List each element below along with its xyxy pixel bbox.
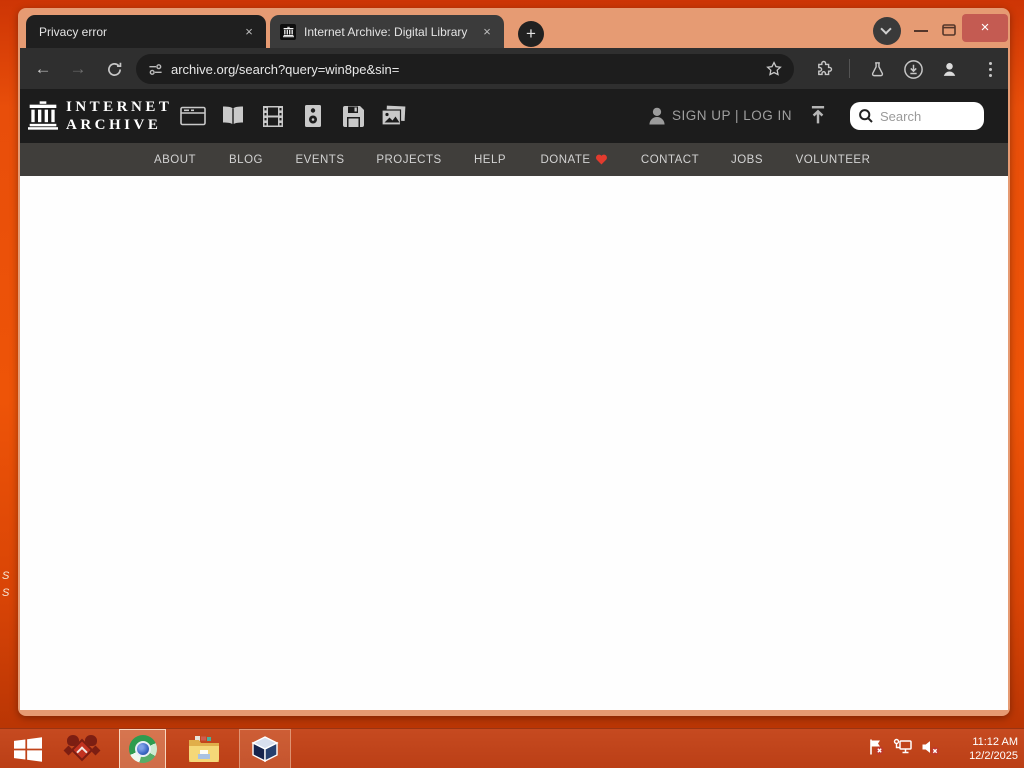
- url-text: archive.org/search?query=win8pe&sin=: [171, 61, 400, 77]
- texts-icon[interactable]: [220, 104, 246, 128]
- nav-volunteer[interactable]: VOLUNTEER: [796, 154, 871, 166]
- media-type-icons: [180, 104, 406, 128]
- tab-title: Privacy error: [39, 24, 108, 39]
- action-center-alert-icon[interactable]: [867, 738, 885, 761]
- nav-jobs[interactable]: JOBS: [731, 154, 763, 166]
- back-button[interactable]: ←: [30, 56, 56, 82]
- tab-title: Internet Archive: Digital Library: [304, 24, 468, 39]
- user-icon: [646, 104, 668, 133]
- tab-close-icon[interactable]: ×: [240, 23, 258, 41]
- profile-icon: [943, 62, 955, 76]
- search-icon: [858, 108, 874, 124]
- flask-icon: [871, 61, 883, 76]
- browser-icon: [128, 735, 157, 763]
- new-tab-button[interactable]: +: [518, 21, 544, 47]
- virtualbox-icon: [251, 736, 279, 763]
- taskbar-clock[interactable]: 11:12 AM 12/2/2025: [946, 735, 1018, 763]
- archive-favicon-icon: [280, 23, 296, 40]
- browser-window: Privacy error × Internet Archive: Digita…: [18, 8, 1010, 716]
- browser-toolbar: ← → archive.org/search?query=win8pe&sin=: [20, 48, 1008, 89]
- folder-icon: [189, 735, 219, 762]
- network-status-icon[interactable]: [893, 738, 913, 761]
- desktop-icon-label-fragment: S: [2, 587, 10, 599]
- audio-icon[interactable]: [300, 104, 326, 128]
- reload-icon: [107, 62, 121, 76]
- minimize-button[interactable]: [914, 30, 928, 32]
- nav-about[interactable]: ABOUT: [154, 154, 196, 166]
- web-icon[interactable]: [180, 104, 206, 128]
- red-app-taskbar-button[interactable]: [62, 729, 102, 768]
- puzzle-icon: [818, 60, 833, 76]
- nav-donate[interactable]: DONATE: [540, 154, 608, 166]
- desktop: S S Privacy error × Internet Archive: Di…: [0, 0, 1024, 768]
- profile-button[interactable]: [938, 58, 960, 80]
- browser-menu-button[interactable]: [980, 58, 1000, 80]
- start-button[interactable]: [8, 729, 48, 768]
- clock-time: 11:12 AM: [972, 736, 1018, 748]
- site-settings-icon[interactable]: [148, 62, 163, 77]
- signup-login-link[interactable]: SIGN UP | LOG IN: [672, 108, 792, 123]
- virtualbox-taskbar-button[interactable]: [239, 729, 291, 768]
- tab-strip: Privacy error × Internet Archive: Digita…: [18, 8, 1010, 48]
- file-explorer-taskbar-button[interactable]: [182, 729, 226, 768]
- archive-building-icon: [28, 101, 58, 130]
- taskbar: 11:12 AM 12/2/2025: [0, 728, 1024, 768]
- desktop-icon-label-fragment: S: [2, 570, 10, 582]
- toolbar-divider: [849, 59, 850, 78]
- browser-chrome: ← → archive.org/search?query=win8pe&sin=: [20, 48, 1008, 710]
- archive-wordmark[interactable]: INTERNET ARCHIVE: [66, 98, 172, 134]
- software-icon[interactable]: [340, 104, 366, 128]
- archive-nav: ABOUT BLOG EVENTS PROJECTS HELP DONATE C…: [20, 143, 1008, 176]
- upload-icon: [811, 106, 825, 124]
- nav-projects[interactable]: PROJECTS: [376, 154, 441, 166]
- archive-header: INTERNET ARCHIVE SIGN UP | LOG IN Search: [20, 89, 1008, 143]
- reload-button[interactable]: [103, 58, 125, 80]
- red-app-icon: [63, 734, 101, 764]
- clock-date: 12/2/2025: [969, 750, 1018, 762]
- nav-contact[interactable]: CONTACT: [641, 154, 699, 166]
- extensions-button[interactable]: [813, 58, 835, 80]
- tab-close-icon[interactable]: ×: [478, 23, 496, 41]
- search-input[interactable]: [880, 108, 970, 124]
- restore-button[interactable]: [942, 23, 956, 36]
- forward-button[interactable]: →: [65, 56, 91, 82]
- browser-taskbar-button[interactable]: [119, 729, 166, 768]
- tab-search-button[interactable]: [873, 17, 901, 45]
- bookmark-star-icon[interactable]: [766, 61, 782, 77]
- windows-logo-icon: [14, 736, 42, 762]
- system-tray: [867, 729, 940, 768]
- nav-events[interactable]: EVENTS: [295, 154, 344, 166]
- labs-button[interactable]: [866, 58, 888, 80]
- download-icon: [903, 59, 923, 79]
- restore-icon: [942, 24, 956, 36]
- tab-internet-archive[interactable]: Internet Archive: Digital Library ×: [270, 15, 504, 48]
- nav-help[interactable]: HELP: [474, 154, 506, 166]
- archive-search-box[interactable]: [850, 102, 984, 130]
- nav-blog[interactable]: BLOG: [229, 154, 263, 166]
- volume-muted-icon[interactable]: [921, 738, 940, 761]
- address-bar[interactable]: archive.org/search?query=win8pe&sin=: [136, 54, 794, 84]
- upload-button[interactable]: [808, 104, 828, 131]
- page-content: [20, 176, 1008, 710]
- images-icon[interactable]: [380, 104, 406, 128]
- close-window-button[interactable]: ×: [962, 14, 1008, 42]
- archive-logo[interactable]: [28, 98, 58, 138]
- chevron-down-icon: [880, 23, 892, 35]
- download-button[interactable]: [902, 58, 924, 80]
- tab-privacy-error[interactable]: Privacy error ×: [26, 15, 266, 48]
- heart-icon: [596, 154, 608, 165]
- video-icon[interactable]: [260, 104, 286, 128]
